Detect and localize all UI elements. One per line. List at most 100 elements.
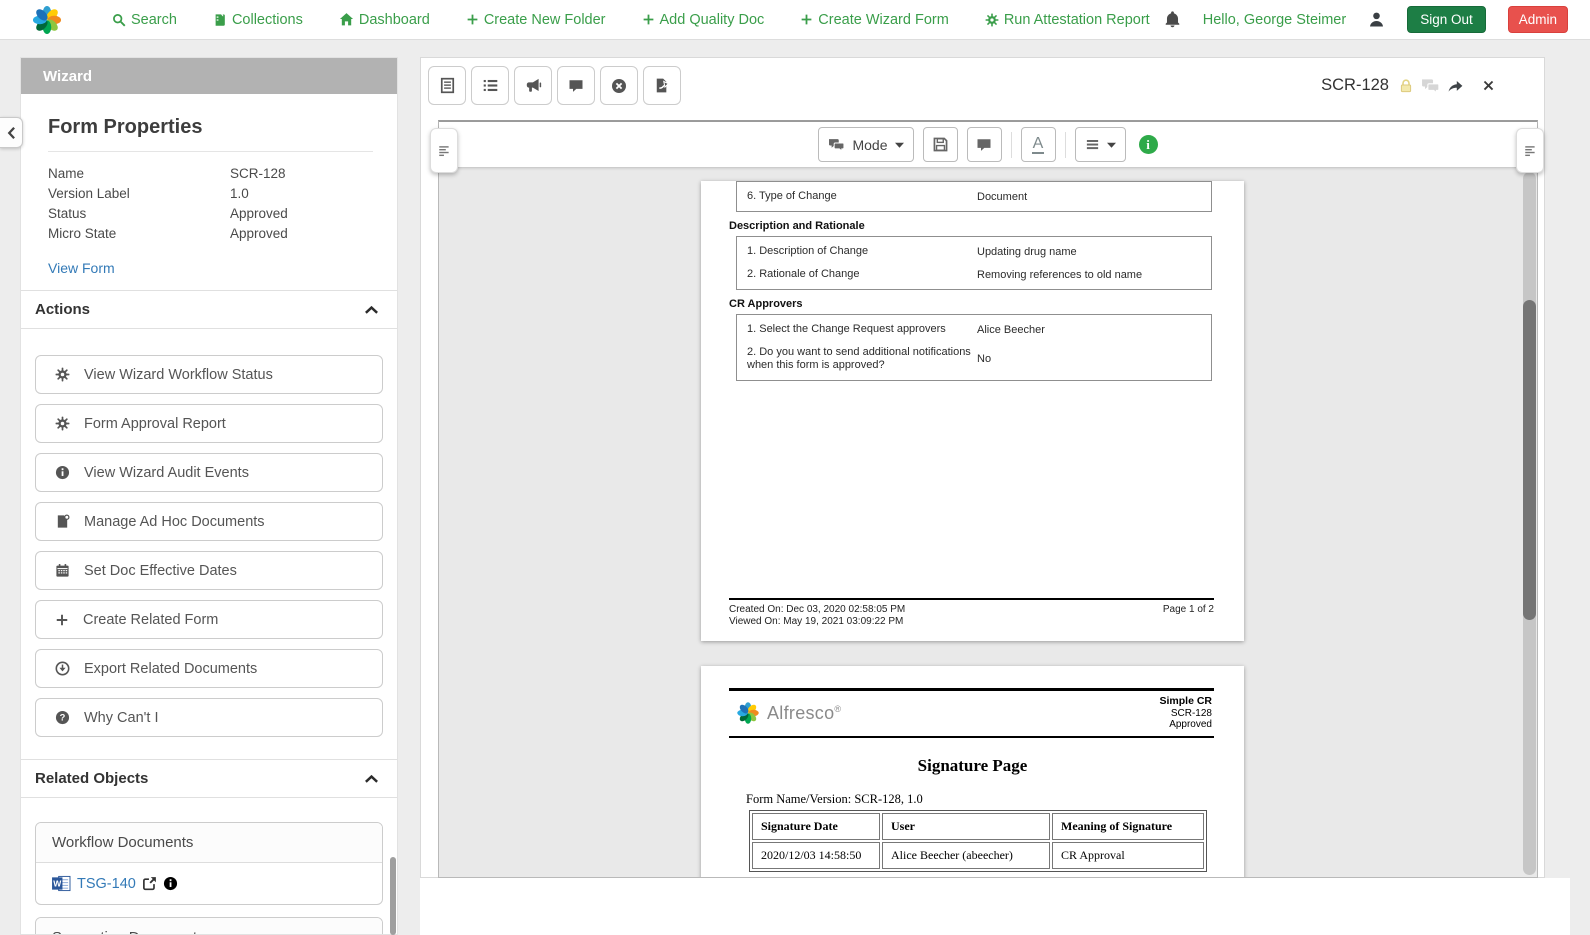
form-document-icon (439, 77, 456, 94)
announcement-button[interactable] (514, 66, 552, 105)
document-title-row: SCR-128 (1321, 76, 1496, 95)
sign-out-button[interactable]: Sign Out (1407, 6, 1486, 33)
property-value: 1.0 (230, 186, 249, 201)
close-icon[interactable] (1481, 78, 1496, 93)
user-profile-icon[interactable] (1368, 11, 1385, 28)
chevron-up-icon[interactable] (364, 305, 379, 315)
action-view-wizard-workflow-status[interactable]: View Wizard Workflow Status (35, 355, 383, 394)
workflow-documents-header: Workflow Documents (36, 823, 382, 863)
document-main-panel: SCR-128 Mode A i 6. Type of Change Docum… (420, 57, 1545, 878)
action-manage-ad-hoc-documents[interactable]: Manage Ad Hoc Documents (35, 502, 383, 541)
workflow-document-row: TSG-140 (36, 863, 382, 904)
document-info-icon[interactable] (163, 876, 178, 891)
sidebar-collapse-toggle[interactable] (0, 117, 23, 148)
toolbar-divider (1010, 131, 1012, 158)
lock-icon (1398, 78, 1414, 94)
nav-create-wizard-form[interactable]: Create Wizard Form (800, 12, 949, 28)
column-header: Meaning of Signature (1052, 812, 1204, 840)
nav-dashboard[interactable]: Dashboard (339, 12, 430, 28)
right-panel-toggle[interactable] (1516, 128, 1544, 173)
export-document-button[interactable] (643, 66, 681, 105)
add-comment-button[interactable] (966, 127, 1002, 162)
admin-button[interactable]: Admin (1507, 6, 1568, 33)
alfresco-brand-name: Alfresco® (767, 702, 842, 723)
nav-search[interactable]: Search (112, 12, 177, 28)
signature-page-title: Signature Page (917, 755, 1028, 775)
viewer-scrollbar-thumb[interactable] (1523, 300, 1536, 620)
table-cell: Alice Beecher (abeecher) (882, 841, 1050, 869)
action-set-doc-effective-dates[interactable]: Set Doc Effective Dates (35, 551, 383, 590)
font-a-icon: A (1031, 135, 1045, 154)
action-export-related-documents[interactable]: Export Related Documents (35, 649, 383, 688)
open-document-icon[interactable] (142, 876, 157, 891)
cancel-button[interactable] (600, 66, 638, 105)
page-number-text: Page 1 of 2 (1162, 604, 1214, 615)
share-icon[interactable] (1447, 78, 1464, 94)
home-icon (339, 12, 354, 27)
sidebar-title: Wizard (43, 67, 93, 85)
word-document-icon (52, 875, 71, 892)
document-page-2: Alfresco® Simple CR SCR-128 Approved Sig… (701, 666, 1244, 877)
column-header: Signature Date (752, 812, 880, 840)
text-tool-button[interactable]: A (1020, 127, 1056, 162)
info-circle-icon (55, 465, 70, 480)
signature-table-header-row: Signature Date User Meaning of Signature (752, 812, 1204, 840)
type-of-change-box: 6. Type of Change Document (736, 181, 1212, 212)
cr-approvers-box: 1. Select the Change Request approvers A… (736, 314, 1212, 381)
nav-create-new-folder-label: Create New Folder (483, 11, 606, 28)
action-form-approval-report[interactable]: Form Approval Report (35, 404, 383, 443)
action-why-cant-i[interactable]: Why Can't I (35, 698, 383, 737)
list-view-button[interactable] (471, 66, 509, 105)
notifications-bell-icon[interactable] (1164, 11, 1181, 28)
action-view-wizard-audit-events[interactable]: View Wizard Audit Events (35, 453, 383, 492)
left-panel-toggle[interactable] (430, 128, 458, 173)
action-create-related-form[interactable]: Create Related Form (35, 600, 383, 639)
workflow-document-link[interactable]: TSG-140 (77, 876, 136, 892)
document-icon (55, 514, 70, 529)
cr-approvers-heading: CR Approvers (729, 298, 803, 310)
menu-dropdown-button[interactable] (1074, 127, 1126, 162)
wizard-sidebar: Wizard Form Properties Name SCR-128 Vers… (20, 57, 398, 935)
form-view-button[interactable] (428, 66, 466, 105)
nav-add-quality-doc[interactable]: Add Quality Doc (642, 12, 764, 28)
mode-dropdown-button[interactable]: Mode (818, 127, 914, 162)
x-circle-icon (611, 78, 627, 94)
user-greeting[interactable]: Hello, George Steimer (1203, 12, 1346, 28)
viewer-info-icon[interactable]: i (1138, 135, 1158, 154)
nav-collections[interactable]: Collections (213, 12, 303, 28)
form-row: 2. Rationale of Change Removing referenc… (737, 263, 1211, 286)
chevron-up-icon[interactable] (364, 774, 379, 784)
property-row-version: Version Label 1.0 (48, 184, 373, 204)
page-scroll-area[interactable]: 6. Type of Change Document Description a… (439, 170, 1521, 877)
property-label: Name (48, 166, 85, 181)
action-label: Set Doc Effective Dates (84, 562, 237, 579)
comments-button[interactable] (557, 66, 595, 105)
caret-down-icon (1107, 142, 1116, 148)
chevron-left-icon (7, 126, 16, 140)
form-name-version-line: Form Name/Version: SCR-128, 1.0 (746, 791, 923, 806)
app-logo-pinwheel-icon[interactable] (30, 3, 64, 37)
form-field-label: 1. Select the Change Request approvers (747, 323, 946, 335)
nav-create-new-folder[interactable]: Create New Folder (466, 12, 606, 28)
gear-icon (985, 13, 999, 27)
description-rationale-heading: Description and Rationale (729, 220, 865, 232)
search-icon (112, 13, 126, 27)
doc-id-text: SCR-128 (1170, 707, 1212, 719)
comments-bubbles-icon[interactable] (1421, 77, 1440, 94)
document-arrow-icon (654, 77, 671, 94)
action-label: Create Related Form (83, 611, 219, 628)
nav-run-attestation-report-label: Run Attestation Report (1003, 11, 1150, 28)
related-objects-section-header[interactable]: Related Objects (21, 759, 397, 798)
sidebar-scrollbar-thumb[interactable] (390, 857, 396, 935)
nav-dashboard-label: Dashboard (358, 11, 430, 28)
sidebar-title-bar: Wizard (21, 58, 397, 94)
related-objects-title: Related Objects (35, 770, 149, 787)
download-circle-icon (55, 661, 70, 676)
column-header: User (882, 812, 1050, 840)
property-label: Micro State (48, 226, 117, 241)
view-form-link[interactable]: View Form (48, 260, 115, 276)
nav-run-attestation-report[interactable]: Run Attestation Report (985, 12, 1150, 28)
actions-section-header[interactable]: Actions (21, 290, 397, 329)
viewer-toolbar: Mode A i (439, 122, 1537, 168)
save-annotations-button[interactable] (922, 127, 958, 162)
